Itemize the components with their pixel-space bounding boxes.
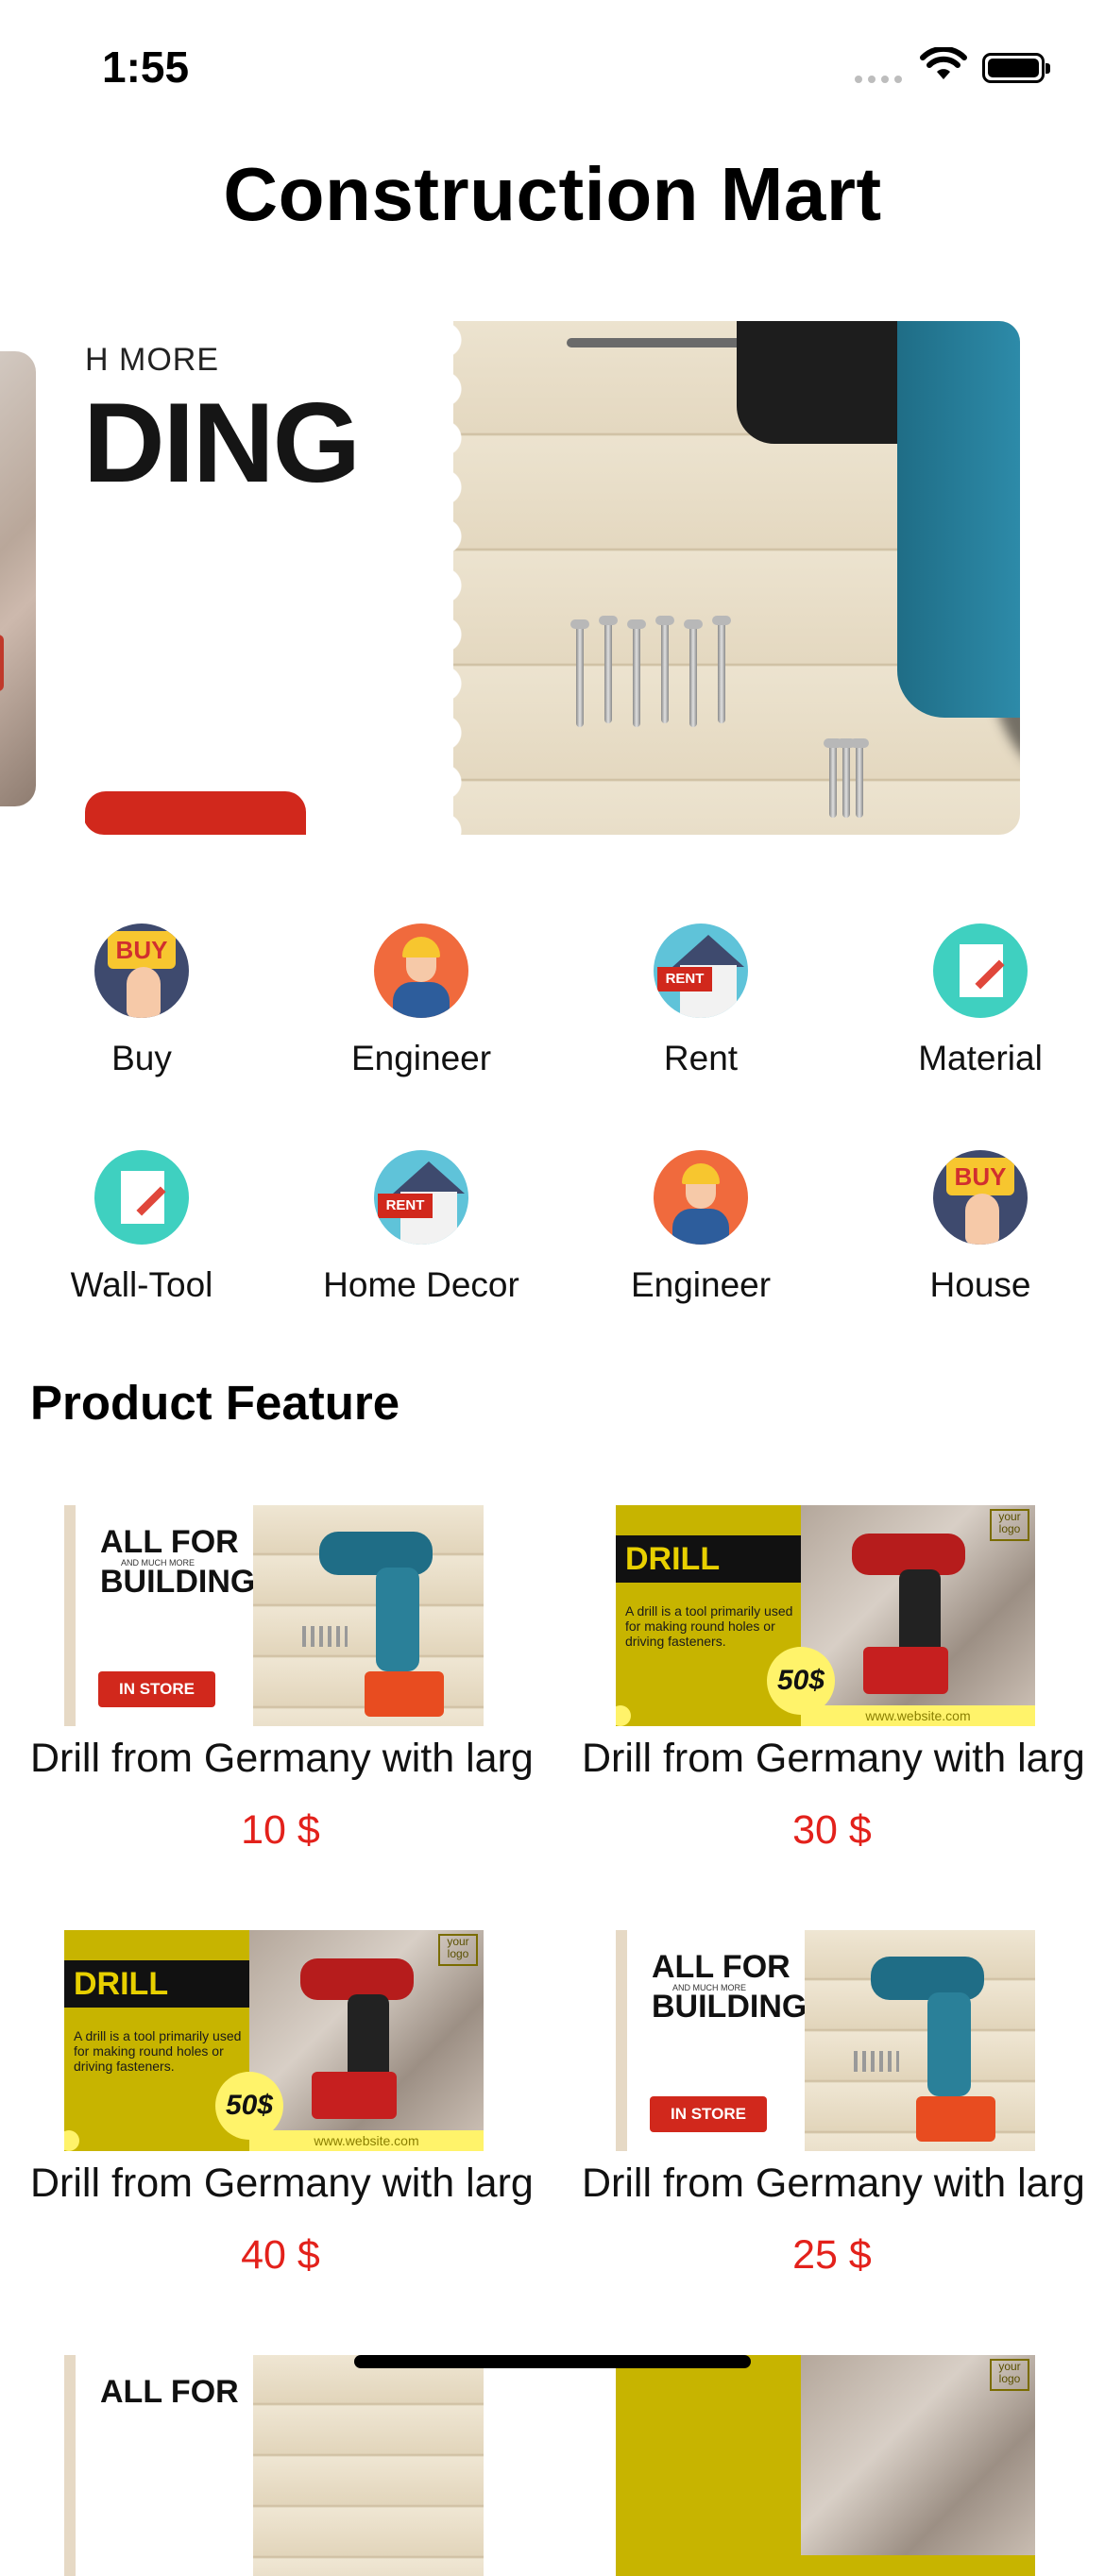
- banner-red-button-shape: [85, 791, 306, 835]
- product-price: 30 $: [792, 1807, 872, 1853]
- banner-carousel[interactable]: H MORE DING: [0, 321, 1105, 850]
- section-title-product-feature: Product Feature: [30, 1376, 400, 1430]
- product-image: ALL FOR AND MUCH MORE BUILDING IN STORE: [64, 1505, 484, 1726]
- product-name: Drill from Germany with large capacity: [582, 1736, 1082, 1781]
- home-indicator[interactable]: [354, 2355, 751, 2368]
- category-house[interactable]: BUY House: [867, 1150, 1094, 1305]
- banner-drill-photo: [444, 321, 1020, 835]
- rent-icon: RENT: [374, 1150, 468, 1245]
- category-label: Home Decor: [323, 1265, 519, 1304]
- category-material[interactable]: Material: [867, 924, 1094, 1078]
- category-home-decor[interactable]: RENT Home Decor: [308, 1150, 535, 1305]
- wifi-icon: [920, 47, 967, 79]
- banner-big-text: DING: [83, 380, 361, 506]
- product-name: Drill from Germany with large capacity: [30, 2161, 531, 2206]
- category-engineer-2[interactable]: Engineer: [587, 1150, 814, 1305]
- category-label: Engineer: [630, 1265, 772, 1304]
- product-image: your logo: [616, 2355, 1035, 2576]
- banner-slide-previous[interactable]: [0, 351, 36, 806]
- product-image: DRILL A drill is a tool primarily used f…: [616, 1505, 1035, 1726]
- product-name: Drill from Germany with large capacity: [30, 1736, 531, 1781]
- product-image: DRILL A drill is a tool primarily used f…: [64, 1930, 484, 2151]
- engineer-icon: [654, 1150, 748, 1245]
- engineer-icon: [374, 924, 468, 1018]
- category-buy[interactable]: BUY Buy: [28, 924, 255, 1078]
- category-rent[interactable]: RENT Rent: [587, 924, 814, 1078]
- battery-icon: [982, 53, 1050, 83]
- category-label: Rent: [663, 1039, 739, 1077]
- product-name: Drill from Germany with large capacity: [582, 2161, 1082, 2206]
- category-engineer[interactable]: Engineer: [308, 924, 535, 1078]
- material-icon: [94, 1150, 189, 1245]
- category-label: Buy: [111, 1039, 172, 1077]
- category-label: Engineer: [350, 1039, 492, 1077]
- status-bar: 1:55: [0, 0, 1105, 142]
- category-label: Wall-Tool: [70, 1265, 213, 1304]
- buy-icon: BUY: [933, 1150, 1028, 1245]
- product-price: 40 $: [241, 2232, 320, 2278]
- banner-slide-current[interactable]: H MORE DING: [83, 321, 1020, 835]
- category-label: House: [929, 1265, 1031, 1304]
- category-label: Material: [918, 1039, 1043, 1077]
- product-price: 10 $: [241, 1807, 320, 1853]
- product-image: ALL FOR: [64, 2355, 484, 2576]
- category-wall-tool[interactable]: Wall-Tool: [28, 1150, 255, 1305]
- buy-icon: BUY: [94, 924, 189, 1018]
- product-price: 25 $: [792, 2232, 872, 2278]
- product-image: ALL FOR AND MUCH MORE BUILDING IN STORE: [616, 1930, 1035, 2151]
- material-icon: [933, 924, 1028, 1018]
- banner-small-text: H MORE: [85, 342, 219, 378]
- status-time: 1:55: [102, 42, 190, 92]
- app-title: Construction Mart: [223, 152, 882, 236]
- rent-icon: RENT: [654, 924, 748, 1018]
- cellular-signal-icon: [855, 76, 902, 83]
